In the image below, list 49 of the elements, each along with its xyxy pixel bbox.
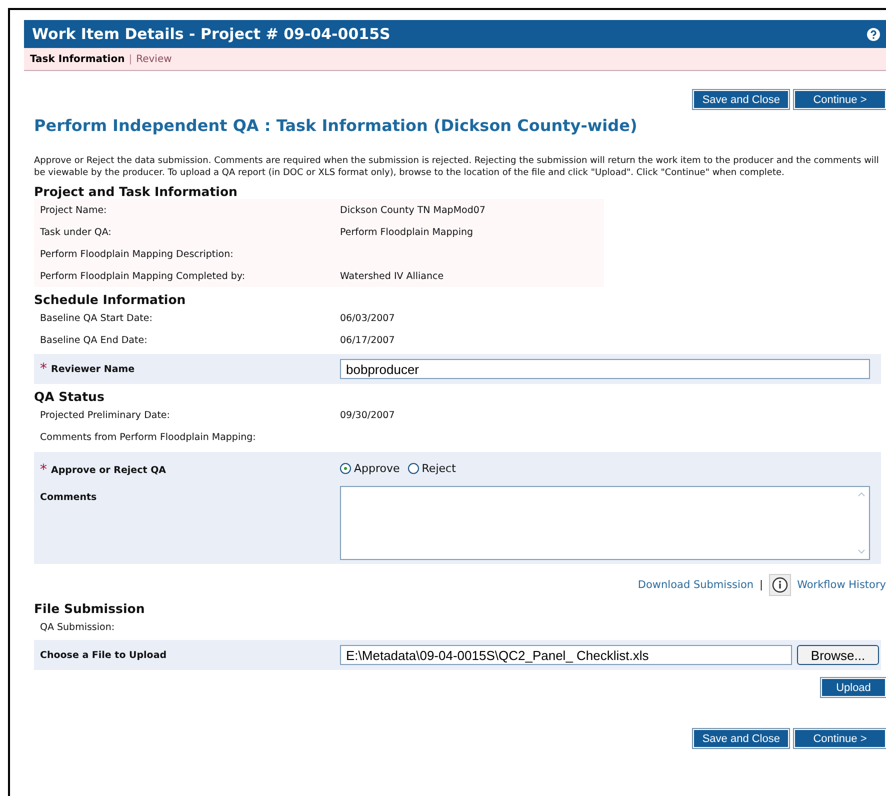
field-value: Watershed IV Alliance bbox=[340, 270, 444, 282]
radio-button[interactable] bbox=[408, 463, 419, 474]
file-path-field[interactable]: E:\Metadata\09-04-0015S\QC2_Panel_ Checklist.xls bbox=[340, 645, 792, 665]
field-label: Task under QA: bbox=[40, 226, 112, 238]
tab-separator: | bbox=[128, 54, 132, 64]
field-label: Reviewer Name bbox=[51, 364, 135, 374]
section-heading: File Submission bbox=[34, 601, 146, 616]
download-submission-link[interactable]: Download Submission bbox=[638, 579, 754, 591]
field-label: Approve or Reject QA bbox=[51, 464, 166, 476]
continue-button[interactable]: Continue > bbox=[794, 729, 886, 748]
radio-button[interactable] bbox=[340, 463, 351, 474]
browse-button[interactable]: Browse... bbox=[797, 645, 879, 665]
field-label: Perform Floodplain Mapping Completed by: bbox=[40, 270, 246, 282]
field-label: Choose a File to Upload bbox=[40, 650, 167, 660]
field-label: Baseline QA Start Date: bbox=[40, 312, 154, 324]
field-label: Perform Floodplain Mapping Description: bbox=[40, 248, 234, 260]
save-and-close-button[interactable]: Save and Close bbox=[693, 90, 789, 109]
section-heading: Schedule Information bbox=[34, 292, 187, 307]
required-mark: * bbox=[40, 462, 47, 478]
info-icon[interactable] bbox=[769, 574, 792, 596]
field-value: Dickson County TN MapMod07 bbox=[340, 204, 486, 216]
radio-option[interactable]: Reject bbox=[408, 462, 456, 475]
section-heading: QA Status bbox=[34, 389, 106, 404]
required-mark: * bbox=[40, 361, 47, 377]
reviewer-name-field[interactable]: bobproducer bbox=[340, 359, 870, 379]
field-label: Project Name: bbox=[40, 204, 108, 216]
workflow-history-link[interactable]: Workflow History bbox=[797, 579, 886, 591]
instructions-text: Approve or Reject the data submission. Comments are required when the submission is rejected. Rejecting the submission will return the work item to the producer and the comments will be viewable by the producer. To upload a QA report (in DOC or XLS format only), browse to the location of the file and click "Upload". Click "Continue" when complete. bbox=[34, 155, 880, 179]
field-label: QA Submission: bbox=[40, 622, 116, 632]
tab[interactable]: Review bbox=[136, 54, 172, 64]
tab[interactable]: Task Information bbox=[30, 54, 125, 64]
field-value: 06/17/2007 bbox=[340, 334, 395, 346]
field-label: Comments bbox=[40, 492, 97, 503]
field-label: Comments from Perform Floodplain Mapping: bbox=[40, 432, 257, 442]
page-heading: Perform Independent QA : Task Information (Dickson County-wide) bbox=[34, 116, 638, 135]
field-label: Baseline QA End Date: bbox=[40, 334, 148, 346]
section-heading: Project and Task Information bbox=[34, 184, 238, 199]
radio-option[interactable]: Approve bbox=[340, 462, 400, 475]
save-and-close-button[interactable]: Save and Close bbox=[693, 729, 789, 748]
comments-field[interactable] bbox=[340, 486, 870, 560]
field-value: Perform Floodplain Mapping bbox=[340, 226, 474, 238]
field-value: 06/03/2007 bbox=[340, 312, 395, 324]
field-label: Projected Preliminary Date: bbox=[40, 410, 171, 420]
upload-button[interactable]: Upload bbox=[821, 678, 886, 697]
help-icon[interactable] bbox=[867, 28, 880, 40]
link-separator: | bbox=[760, 579, 764, 591]
window-title: Work Item Details - Project # 09-04-0015S bbox=[32, 25, 390, 43]
continue-button[interactable]: Continue > bbox=[794, 90, 886, 109]
field-value: 09/30/2007 bbox=[340, 410, 395, 420]
